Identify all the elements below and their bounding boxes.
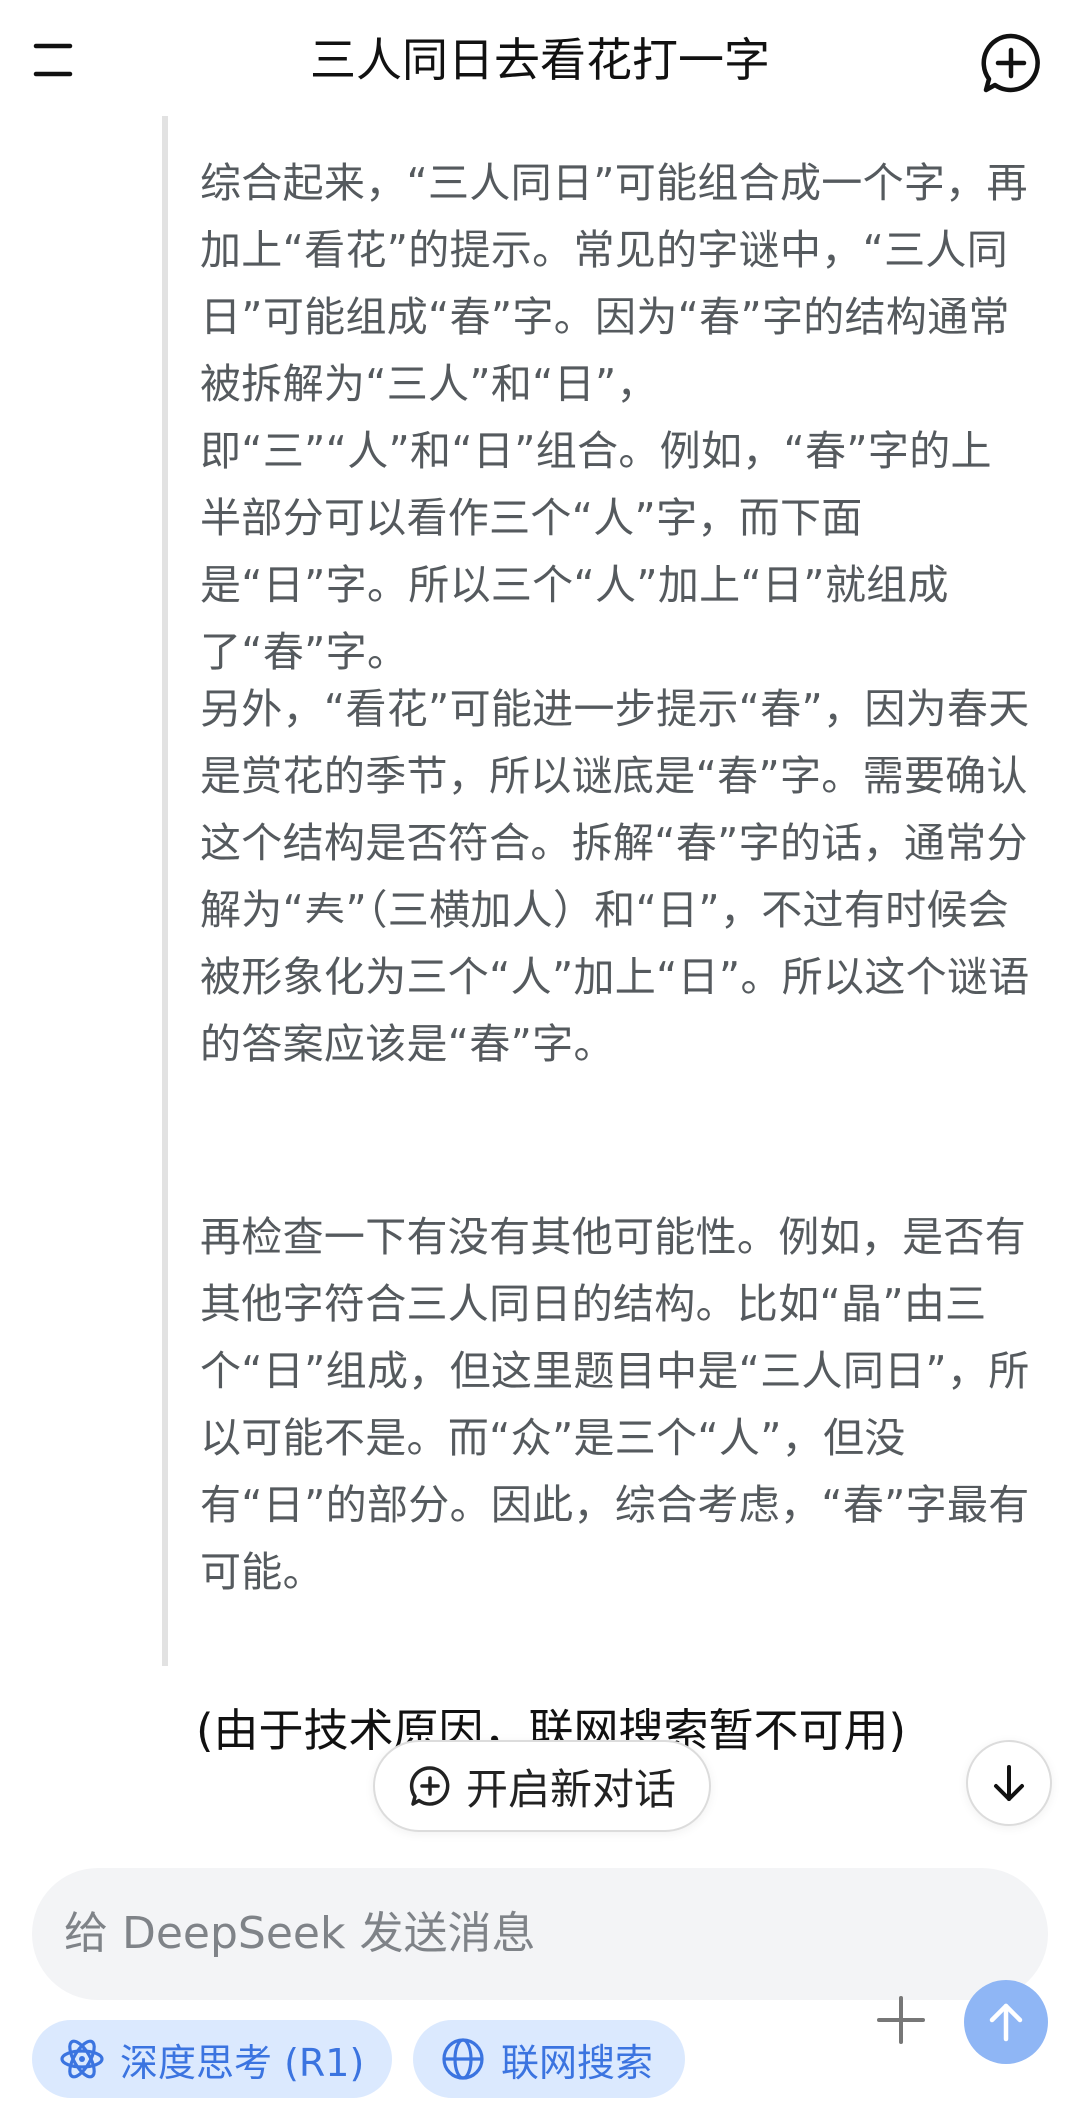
page-title: 三人同日去看花打一字 xyxy=(310,33,770,87)
send-button[interactable] xyxy=(964,1980,1048,2064)
thinking-block: 综合起来，“三人同日”可能组合成一个字，再加上“看花”的提示。常见的字谜中，“三… xyxy=(162,116,1038,1666)
globe-icon xyxy=(442,2038,484,2080)
arrow-up-icon xyxy=(989,2003,1023,2042)
thinking-paragraph: 综合起来，“三人同日”可能组合成一个字，再加上“看花”的提示。常见的字谜中，“三… xyxy=(200,159,1028,676)
top-bar: 三人同日去看花打一字 xyxy=(0,0,1080,120)
menu-button[interactable] xyxy=(32,36,104,84)
menu-icon xyxy=(33,43,73,77)
attach-button[interactable] xyxy=(873,1992,929,2048)
web-search-label: 联网搜索 xyxy=(501,2040,654,2085)
web-search-toggle[interactable]: 联网搜索 xyxy=(413,2020,685,2098)
new-chat-button[interactable] xyxy=(978,30,1044,96)
deep-think-toggle[interactable]: 深度思考 (R1) xyxy=(32,2020,392,2098)
thinking-paragraph: 另外，“看花”可能进一步提示“春”，因为春天是赏花的季节，所以谜底是“春”字。需… xyxy=(200,685,1030,1068)
atom-icon xyxy=(60,2039,104,2079)
new-chat-icon xyxy=(981,33,1040,93)
thinking-paragraph: 再检查一下有没有其他可能性。例如，是否有其他字符合三人同日的结构。比如“晶”由三… xyxy=(200,1213,1030,1596)
composer: 给 DeepSeek 发送消息 深度思考 (R1) 联网搜索 xyxy=(0,1868,1080,2107)
plus-icon xyxy=(877,1996,925,2044)
arrow-down-icon xyxy=(994,1765,1024,1801)
deep-think-label: 深度思考 (R1) xyxy=(120,2040,365,2085)
start-new-dialog-button[interactable]: 开启新对话 xyxy=(373,1740,711,1832)
new-chat-icon xyxy=(409,1766,450,1806)
new-dialog-label: 开启新对话 xyxy=(465,1764,676,1814)
message-placeholder: 给 DeepSeek 发送消息 xyxy=(64,1908,536,1959)
message-input[interactable]: 给 DeepSeek 发送消息 xyxy=(32,1868,1048,2000)
scroll-to-bottom-button[interactable] xyxy=(966,1740,1052,1826)
